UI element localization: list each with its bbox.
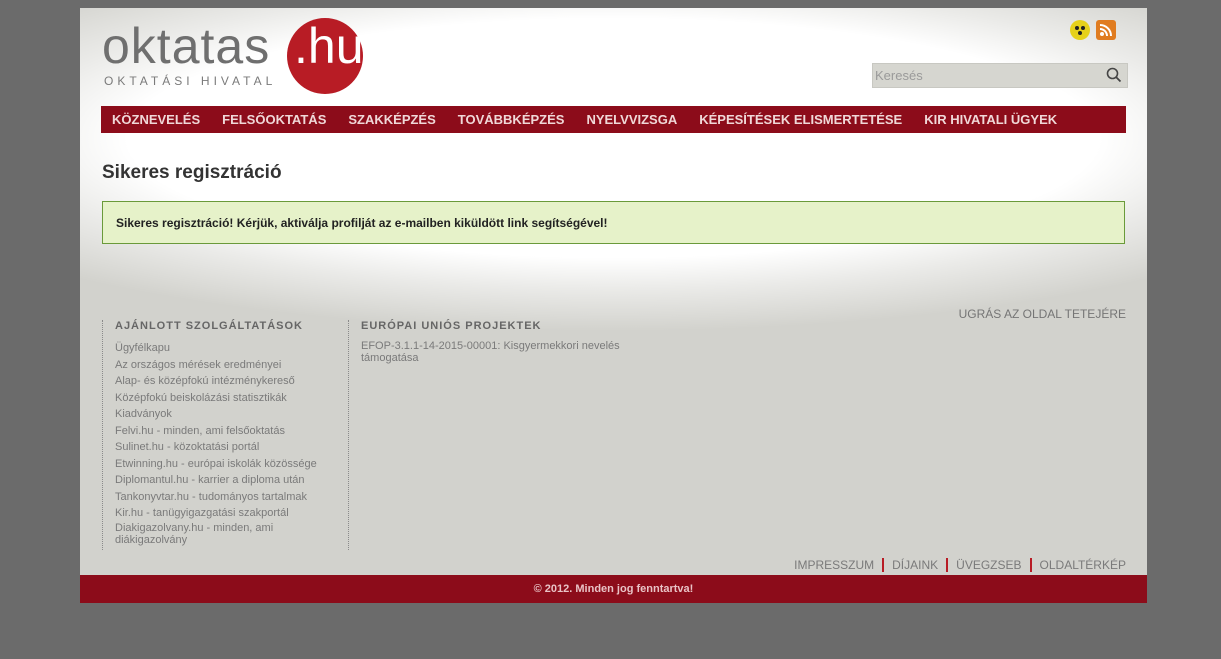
list-item: Etwinning.hu - európai iskolák közössége <box>115 456 345 473</box>
page-container: oktatas .hu OKTATÁSI HIVATAL Keresés KÖZ… <box>80 8 1147 603</box>
list-item: Felvi.hu - minden, ami felsőoktatás <box>115 423 345 440</box>
nav-item-koznevelés[interactable]: KÖZNEVELÉS <box>112 112 200 127</box>
service-link[interactable]: Sulinet.hu - közoktatási portál <box>115 441 259 453</box>
service-link[interactable]: Alap- és középfokú intézménykereső <box>115 375 295 387</box>
eu-projects-list: EFOP-3.1.1-14-2015-00001: Kisgyermekkori… <box>361 340 621 364</box>
service-link[interactable]: Diakigazolvany.hu - minden, ami diákigaz… <box>115 522 273 546</box>
nav-item-nyelvvizsga[interactable]: NYELVVIZSGA <box>586 112 677 127</box>
service-link[interactable]: Kir.hu - tanügyigazgatási szakportál <box>115 507 289 519</box>
top-icons <box>1070 18 1120 42</box>
services-list: Ügyfélkapu Az országos mérések eredménye… <box>115 340 345 546</box>
list-item: Kir.hu - tanügyigazgatási szakportál <box>115 505 345 522</box>
eu-projects-column: EURÓPAI UNIÓS PROJEKTEK EFOP-3.1.1-14-20… <box>348 320 621 550</box>
service-link[interactable]: Az országos mérések eredményei <box>115 359 281 371</box>
eu-projects-heading: EURÓPAI UNIÓS PROJEKTEK <box>361 320 542 332</box>
list-item: Sulinet.hu - közoktatási portál <box>115 439 345 456</box>
list-item: Tankonyvtar.hu - tudományos tartalmak <box>115 489 345 506</box>
service-link[interactable]: Diplomantul.hu - karrier a diploma után <box>115 474 305 486</box>
list-item: Kiadványok <box>115 406 345 423</box>
link-divider <box>946 558 949 572</box>
accessibility-icon[interactable] <box>1070 20 1090 40</box>
site-footer: UGRÁS AZ OLDAL TETEJÉRE AJÁNLOTT SZOLGÁL… <box>80 306 1147 572</box>
impresszum-link[interactable]: IMPRESSZUM <box>794 558 874 572</box>
service-link[interactable]: Ügyfélkapu <box>115 342 170 354</box>
nav-item-kepesitesek[interactable]: KÉPESÍTÉSEK ELISMERTETÉSE <box>699 112 902 127</box>
site-logo[interactable]: oktatas .hu OKTATÁSI HIVATAL <box>102 14 372 94</box>
nav-item-tovabbkepzes[interactable]: TOVÁBBKÉPZÉS <box>458 112 565 127</box>
service-link[interactable]: Kiadványok <box>115 408 172 420</box>
search-box <box>872 63 1128 88</box>
copyright-bar: © 2012. Minden jog fenntartva! <box>80 575 1147 603</box>
logo-main-text: oktatas <box>102 18 271 74</box>
logo-hu-text: .hu <box>294 18 364 74</box>
oldalterkep-link[interactable]: OLDALTÉRKÉP <box>1040 558 1126 572</box>
services-column: AJÁNLOTT SZOLGÁLTATÁSOK Ügyfélkapu Az or… <box>102 320 345 550</box>
success-message: Sikeres regisztráció! Kérjük, aktiválja … <box>102 201 1125 244</box>
service-link[interactable]: Tankonyvtar.hu - tudományos tartalmak <box>115 491 307 503</box>
list-item: Középfokú beiskolázási statisztikák <box>115 390 345 407</box>
back-to-top-link[interactable]: UGRÁS AZ OLDAL TETEJÉRE <box>959 307 1126 321</box>
rss-icon[interactable] <box>1096 20 1116 40</box>
eu-project-link[interactable]: EFOP-3.1.1-14-2015-00001: Kisgyermekkori… <box>361 340 620 364</box>
list-item: Az országos mérések eredményei <box>115 357 345 374</box>
list-item: EFOP-3.1.1-14-2015-00001: Kisgyermekkori… <box>361 340 621 364</box>
page-title: Sikeres regisztráció <box>102 162 282 183</box>
list-item: Alap- és középfokú intézménykereső <box>115 373 345 390</box>
service-link[interactable]: Felvi.hu - minden, ami felsőoktatás <box>115 425 285 437</box>
footer-links: IMPRESSZUM DÍJAINK ÜVEGZSEB OLDALTÉRKÉP <box>794 558 1126 572</box>
list-item: Diplomantul.hu - karrier a diploma után <box>115 472 345 489</box>
nav-item-kir-ugyek[interactable]: KIR HIVATALI ÜGYEK <box>924 112 1057 127</box>
service-link[interactable]: Középfokú beiskolázási statisztikák <box>115 392 287 404</box>
list-item: Ügyfélkapu <box>115 340 345 357</box>
search-icon[interactable] <box>1105 66 1123 84</box>
link-divider <box>1029 558 1032 572</box>
services-heading: AJÁNLOTT SZOLGÁLTATÁSOK <box>115 320 303 332</box>
nav-item-felsooktatas[interactable]: FELSŐOKTATÁS <box>222 112 326 127</box>
service-link[interactable]: Etwinning.hu - európai iskolák közössége <box>115 458 317 470</box>
uvegzseb-link[interactable]: ÜVEGZSEB <box>956 558 1021 572</box>
search-input[interactable] <box>875 65 1095 85</box>
list-item: Diakigazolvany.hu - minden, ami diákigaz… <box>115 522 345 546</box>
dijaink-link[interactable]: DÍJAINK <box>892 558 938 572</box>
nav-item-szakkepzes[interactable]: SZAKKÉPZÉS <box>348 112 435 127</box>
logo-subtitle: OKTATÁSI HIVATAL <box>104 74 277 88</box>
main-nav: KÖZNEVELÉS FELSŐOKTATÁS SZAKKÉPZÉS TOVÁB… <box>101 106 1126 133</box>
site-header: oktatas .hu OKTATÁSI HIVATAL <box>80 8 1147 98</box>
link-divider <box>882 558 885 572</box>
